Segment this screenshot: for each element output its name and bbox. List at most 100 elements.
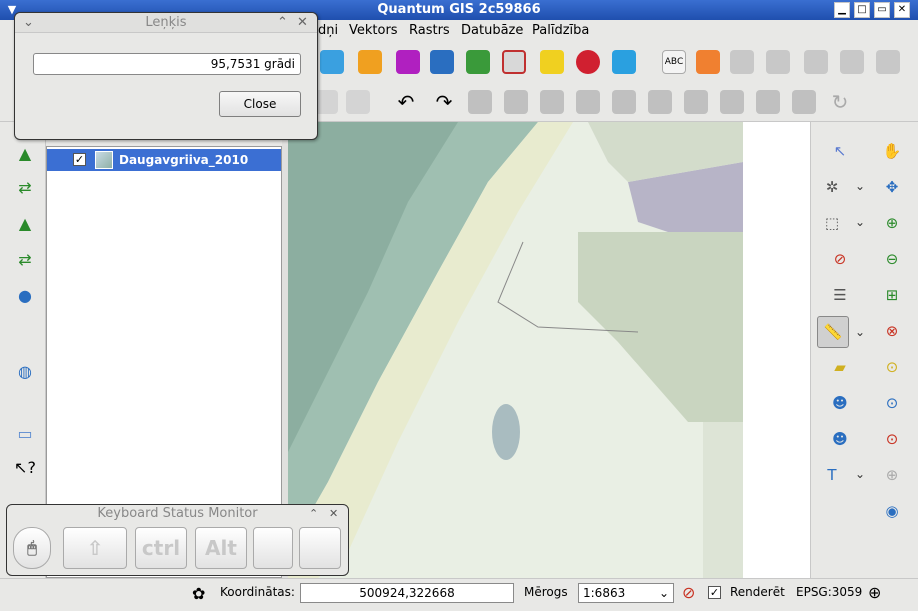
maximize-icon[interactable]: □ <box>854 2 870 18</box>
add-layer-icon[interactable]: ⇄ <box>12 246 38 272</box>
add-part-icon[interactable] <box>540 90 564 114</box>
dialog-menu-icon[interactable]: ⌄ <box>23 13 34 33</box>
measure-dropdown-icon[interactable]: ⌄ <box>855 325 865 339</box>
chevron-down-icon: ⌄ <box>658 586 669 600</box>
html-annotation-icon[interactable]: ☻ <box>827 390 853 416</box>
scale-select[interactable]: 1:6863 ⌄ <box>578 583 674 603</box>
reshape-icon[interactable] <box>648 90 672 114</box>
show-hide-labels-icon[interactable] <box>766 50 790 74</box>
close-icon[interactable]: ✕ <box>894 2 910 18</box>
add-gps-layer-icon[interactable] <box>502 50 526 74</box>
layer-item[interactable]: ✓ Daugavgriiva_2010 <box>47 149 281 171</box>
progress-icon: ✿ <box>192 584 206 603</box>
zoom-actual-icon[interactable]: ⊕ <box>879 462 905 488</box>
crs-label[interactable]: EPSG:3059 <box>796 585 862 599</box>
merge-attributes-icon[interactable] <box>792 90 816 114</box>
layer-name: Daugavgriiva_2010 <box>119 153 249 167</box>
gps-icon[interactable]: ◉ <box>879 498 905 524</box>
dialog-shade-icon[interactable]: ⌃ <box>277 13 288 33</box>
delete-part-icon[interactable] <box>612 90 636 114</box>
dialog-close-icon[interactable]: ✕ <box>297 13 308 33</box>
zoom-next-icon[interactable]: ⊙ <box>879 426 905 452</box>
menu-item-palidziba[interactable]: Palīdzība <box>532 23 589 38</box>
dialog-titlebar: ⌄ Leņķis ⌃ ✕ <box>15 13 317 33</box>
close-button[interactable]: Close <box>219 91 301 117</box>
label-pin-icon[interactable] <box>730 50 754 74</box>
new-shapefile-icon[interactable] <box>540 50 564 74</box>
merge-features-icon[interactable] <box>756 90 780 114</box>
menu-item-vektors[interactable]: Vektors <box>349 23 398 38</box>
paste-icon[interactable] <box>346 90 370 114</box>
zoom-out-icon[interactable]: ⊖ <box>879 246 905 272</box>
add-spatialite-layer-icon[interactable] <box>396 50 420 74</box>
change-label-icon[interactable] <box>876 50 900 74</box>
menu-item-rastrs[interactable]: Rastrs <box>409 23 450 38</box>
render-label: Renderēt <box>730 585 785 599</box>
rotate-point-icon[interactable]: ↻ <box>828 90 852 114</box>
add-database-icon[interactable]: ◍ <box>12 358 38 384</box>
pan-to-selection-icon[interactable]: ✥ <box>879 174 905 200</box>
ksm-close-icon[interactable]: ✕ <box>329 507 338 520</box>
new-spatialite-icon[interactable] <box>612 50 636 74</box>
map-canvas[interactable] <box>288 122 810 578</box>
zoom-last-icon[interactable]: ⊙ <box>879 390 905 416</box>
identify-icon[interactable]: ↖ <box>827 138 853 164</box>
zoom-to-selection-icon[interactable]: ⊙ <box>879 354 905 380</box>
settings-dropdown-icon[interactable]: ⌄ <box>855 179 865 193</box>
text-annotation-icon[interactable]: T <box>819 462 845 488</box>
add-raster-icon[interactable]: ▲ <box>12 140 38 166</box>
select-dropdown-icon[interactable]: ⌄ <box>855 215 865 229</box>
add-wfs-layer-icon[interactable] <box>430 50 454 74</box>
undo-icon[interactable]: ↶ <box>394 90 418 114</box>
select-icon[interactable]: ⬚ <box>819 210 845 236</box>
simplify-icon[interactable] <box>468 90 492 114</box>
rotate-label-icon[interactable] <box>840 50 864 74</box>
zoom-to-layer-icon[interactable]: ⊗ <box>879 318 905 344</box>
menu-item-layers-partial[interactable]: dņi <box>318 23 338 38</box>
add-vector-icon[interactable]: ⇄ <box>12 174 38 200</box>
delete-ring-icon[interactable] <box>576 90 600 114</box>
add-wms-icon[interactable]: ● <box>12 282 38 308</box>
stop-render-icon[interactable]: ⊘ <box>682 583 695 602</box>
right-toolbar: ↖ ✋ ✲ ⌄ ✥ ⬚ ⌄ ⊕ ⊘ ⊖ ☰ ⊞ 📏 ⌄ ⊗ ▰ ⊙ ☻ ⊙ ☻ … <box>810 122 918 578</box>
blank-key-1 <box>253 527 293 569</box>
help-book-icon[interactable]: ▭ <box>12 420 38 446</box>
pan-icon[interactable]: ✋ <box>879 138 905 164</box>
mouse-icon: 🖱 <box>13 527 51 569</box>
deselect-icon[interactable]: ⊘ <box>827 246 853 272</box>
shift-key-icon: ⇧ <box>63 527 127 569</box>
redo-icon[interactable]: ↷ <box>432 90 456 114</box>
annotation-icon[interactable]: ▰ <box>827 354 853 380</box>
attribute-table-icon[interactable]: ☰ <box>827 282 853 308</box>
offset-curve-icon[interactable] <box>684 90 708 114</box>
split-features-icon[interactable] <box>720 90 744 114</box>
ksm-title: Keyboard Status Monitor <box>97 506 258 521</box>
coordinates-field[interactable]: 500924,322668 <box>300 583 514 603</box>
add-wms-layer-icon[interactable] <box>320 50 344 74</box>
zoom-in-icon[interactable]: ⊕ <box>879 210 905 236</box>
render-checkbox[interactable]: ✓ <box>708 586 721 599</box>
restore-icon[interactable]: ▭ <box>874 2 890 18</box>
add-postgis-layer-icon[interactable] <box>358 50 382 74</box>
add-postgis-icon[interactable]: ▲ <box>12 210 38 236</box>
layer-checkbox[interactable]: ✓ <box>73 153 86 166</box>
whats-this-icon[interactable]: ↖? <box>12 454 38 480</box>
remove-layer-icon[interactable] <box>576 50 600 74</box>
spellcheck-icon[interactable]: ABC <box>662 50 686 74</box>
zoom-full-icon[interactable]: ⊞ <box>879 282 905 308</box>
text-annotation-dropdown-icon[interactable]: ⌄ <box>855 467 865 481</box>
add-delimited-text-icon[interactable] <box>466 50 490 74</box>
minimize-icon[interactable]: ▁ <box>834 2 850 18</box>
move-label-icon[interactable] <box>804 50 828 74</box>
blank-key-2 <box>299 527 341 569</box>
home-annotation-icon[interactable]: ☻ <box>827 426 853 452</box>
angle-value-field[interactable]: 95,7531 grādi <box>33 53 301 75</box>
alt-key: Alt <box>195 527 247 569</box>
ksm-shade-icon[interactable]: ⌃ <box>309 507 318 520</box>
label-icon[interactable] <box>696 50 720 74</box>
projection-icon[interactable]: ⊕ <box>868 583 881 602</box>
measure-icon[interactable]: 📏 <box>817 316 849 348</box>
menu-item-datubaze[interactable]: Datubāze <box>461 23 523 38</box>
add-ring-icon[interactable] <box>504 90 528 114</box>
settings-icon[interactable]: ✲ <box>819 174 845 200</box>
